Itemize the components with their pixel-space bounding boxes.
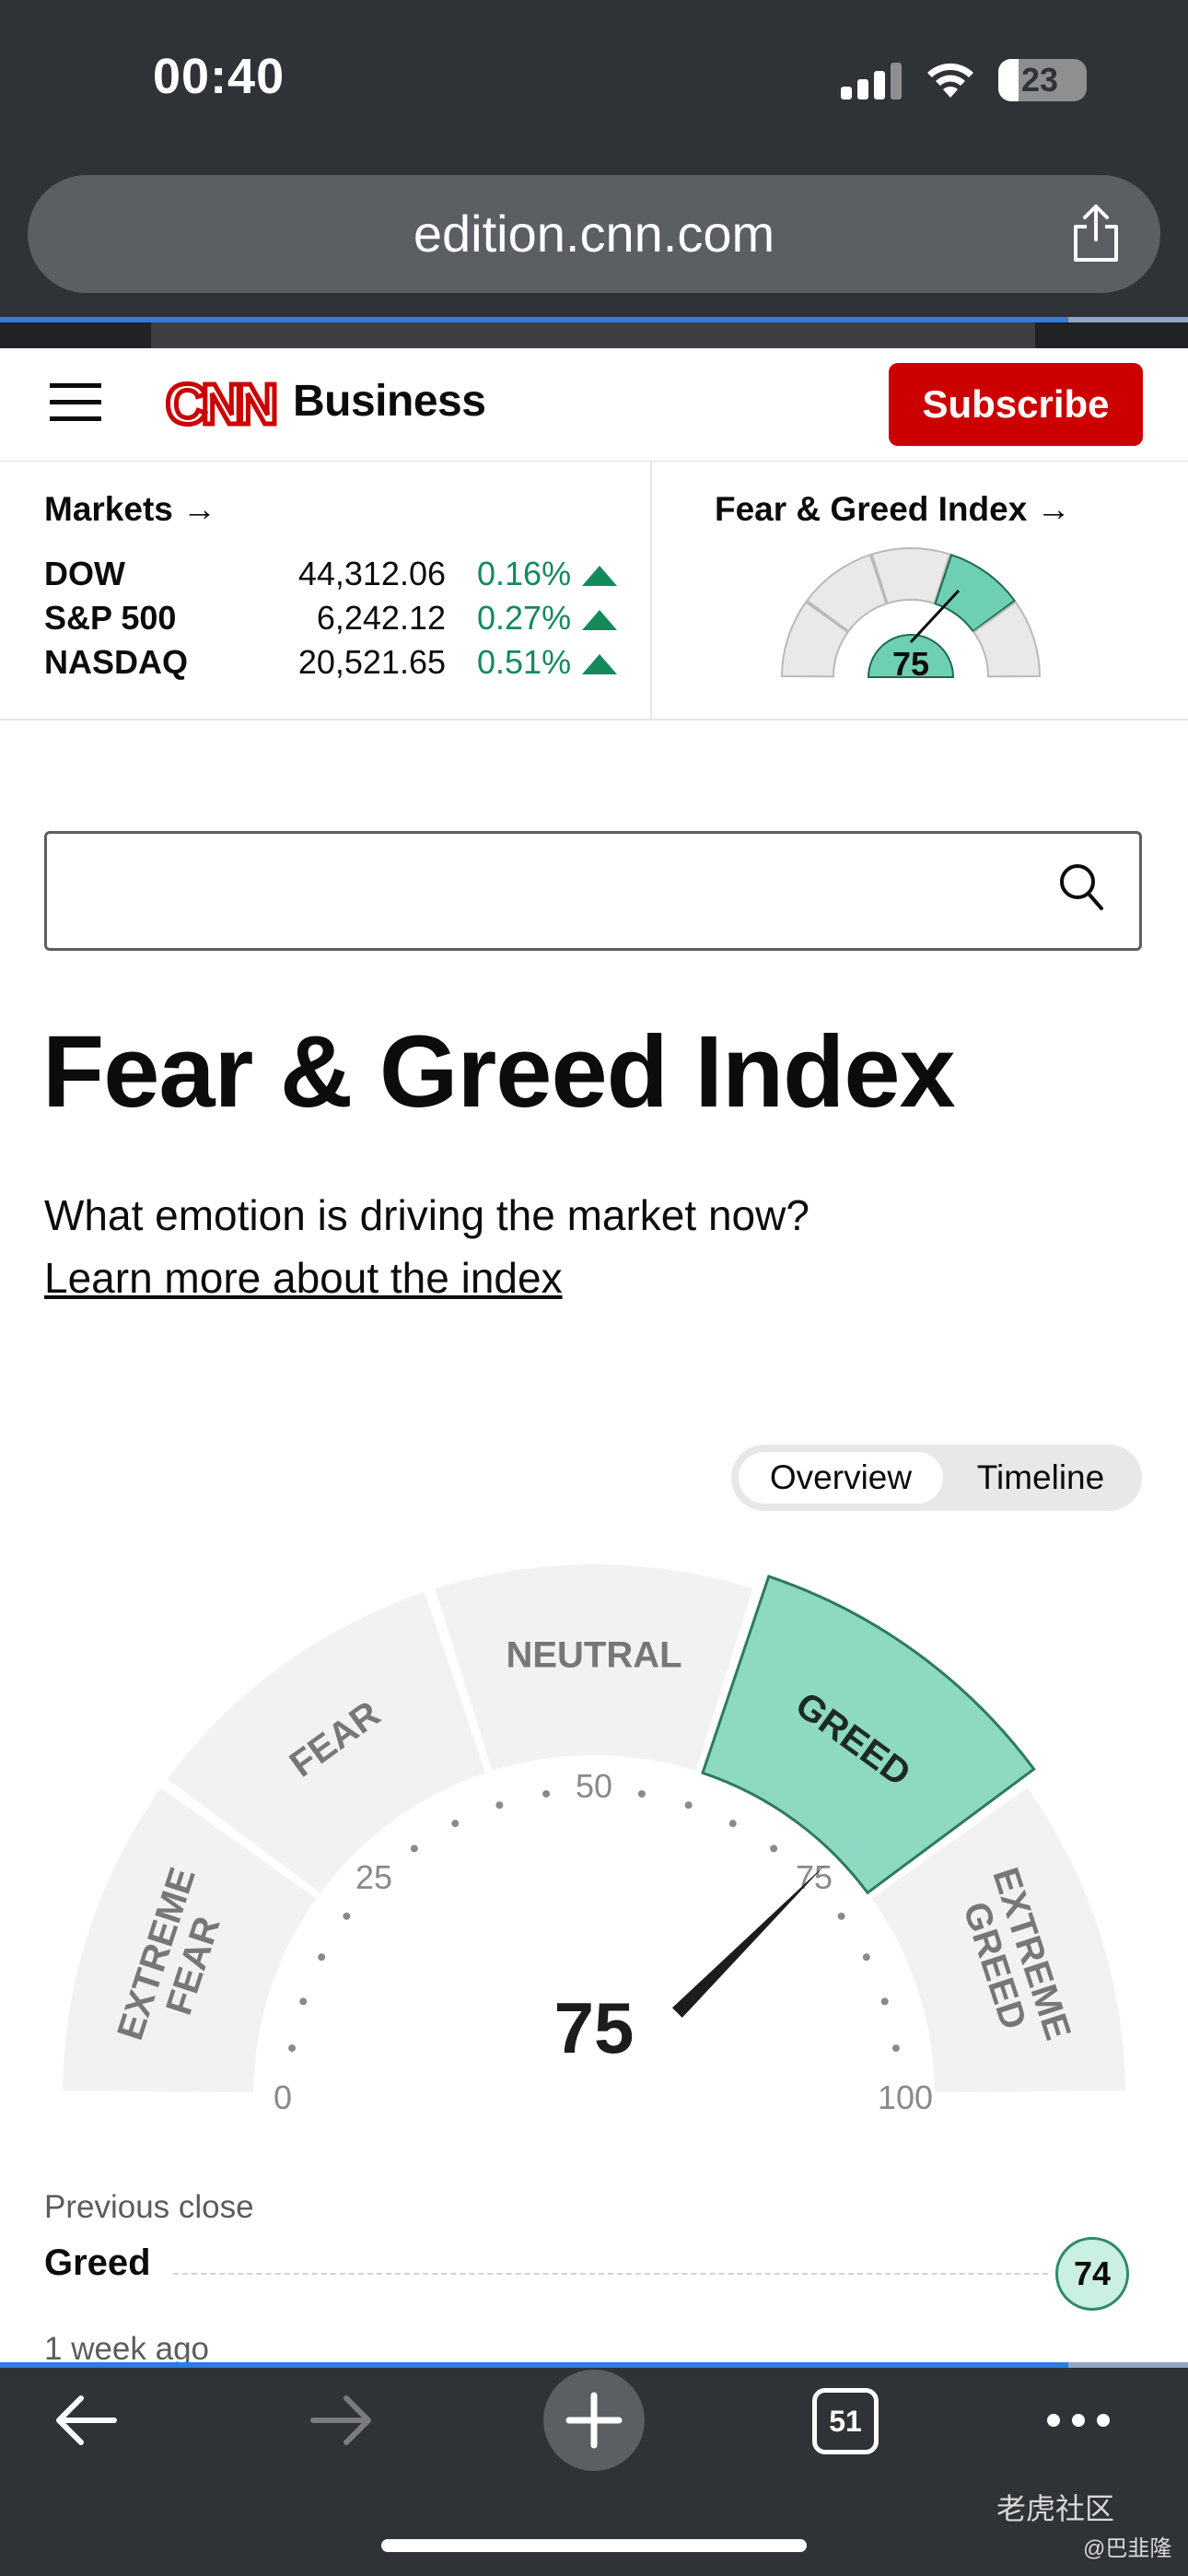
gauge-dot [728,1820,737,1828]
section-name[interactable]: Business [293,376,486,427]
page-title: Fear & Greed Index [42,1015,956,1129]
gauge-tick-label: 50 [576,1767,612,1805]
cnn-logo-icon[interactable]: CNN [153,372,285,437]
mini-gauge-value: 75 [892,645,929,683]
gauge-tick-label: 100 [878,2078,933,2116]
gauge-value: 75 [554,1987,635,2068]
market-name[interactable]: NASDAQ [44,643,188,682]
gauge-dot [770,1844,778,1853]
gauge-dot [495,1801,504,1809]
gauge-dot [891,2044,900,2053]
market-name[interactable]: S&P 500 [44,599,176,638]
forward-arrow-icon[interactable] [308,2390,374,2451]
gauge-dot [299,1997,308,2006]
previous-close-value: 74 [1055,2237,1129,2311]
gauge-dot [637,1790,646,1798]
subscribe-button[interactable]: Subscribe [889,363,1143,446]
up-arrow-icon [582,610,617,630]
previous-close-rating: Greed [44,2242,151,2283]
markets-divider [650,461,652,719]
gauge-needle [671,1864,826,2019]
fear-greed-gauge: EXTREMEFEARFEARNEUTRALGREEDEXTREMEGREED … [63,1564,1125,2119]
previous-close-label: Previous close [44,2189,254,2225]
market-name[interactable]: DOW [44,555,125,593]
address-bar-url[interactable]: edition.cnn.com [28,175,1160,293]
gauge-tick-label: 25 [355,1858,392,1896]
back-arrow-icon[interactable] [53,2390,120,2451]
battery-percent: 23 [1020,61,1059,99]
page-subtitle: What emotion is driving the market now? [44,1191,809,1239]
dotted-divider [173,2273,1048,2275]
page-top-strip-inner [151,322,1035,348]
watermark-handle: @巴韭隆 [1083,2536,1172,2561]
gauge-dot [880,1997,889,2006]
bottom-progress [0,2362,1068,2368]
market-value: 6,242.12 [316,599,446,637]
gauge-dot [684,1801,693,1809]
fear-greed-link[interactable]: Fear & Greed Index → [715,490,1071,529]
gauge-dot [288,2044,297,2053]
gauge-dot [343,1912,351,1920]
up-arrow-icon [582,566,617,586]
tab-overview[interactable]: Overview [739,1452,943,1504]
mini-fear-greed-gauge[interactable]: 75 [779,545,1042,684]
wifi-icon [927,63,973,98]
up-arrow-icon [582,654,617,674]
gauge-dot [451,1820,460,1828]
market-change: 0.27% [477,599,572,637]
gauge-dot [410,1844,418,1853]
gauge-segment-label: NEUTRAL [506,1635,681,1676]
market-value: 20,521.65 [297,643,446,681]
gauge-dot [318,1953,326,1961]
svg-text:CNN: CNN [166,373,275,437]
learn-more-link[interactable]: Learn more about the index [44,1253,563,1303]
bottom-progress-track [1068,2362,1188,2368]
search-input[interactable] [44,831,1142,951]
home-indicator [381,2539,807,2552]
cellular-signal-icon [841,63,902,100]
more-options-icon[interactable] [1046,2406,1111,2434]
gauge-dot [862,1953,870,1961]
market-change: 0.51% [477,643,572,681]
share-icon[interactable] [1068,203,1124,263]
search-icon[interactable] [1057,861,1105,913]
menu-icon[interactable] [50,381,101,424]
gauge-tick-label: 0 [274,2078,292,2116]
plus-icon[interactable] [543,2370,645,2471]
gauge-dot [837,1912,845,1920]
market-value: 44,312.06 [297,555,446,592]
status-time: 00:40 [153,49,285,104]
tab-count-button[interactable]: 51 [812,2388,879,2454]
watermark-text: 老虎社区 [996,2492,1115,2525]
markets-link[interactable]: Markets → [44,490,216,529]
tab-timeline[interactable]: Timeline [949,1452,1133,1504]
market-change: 0.16% [477,555,572,592]
gauge-dot [542,1790,551,1798]
